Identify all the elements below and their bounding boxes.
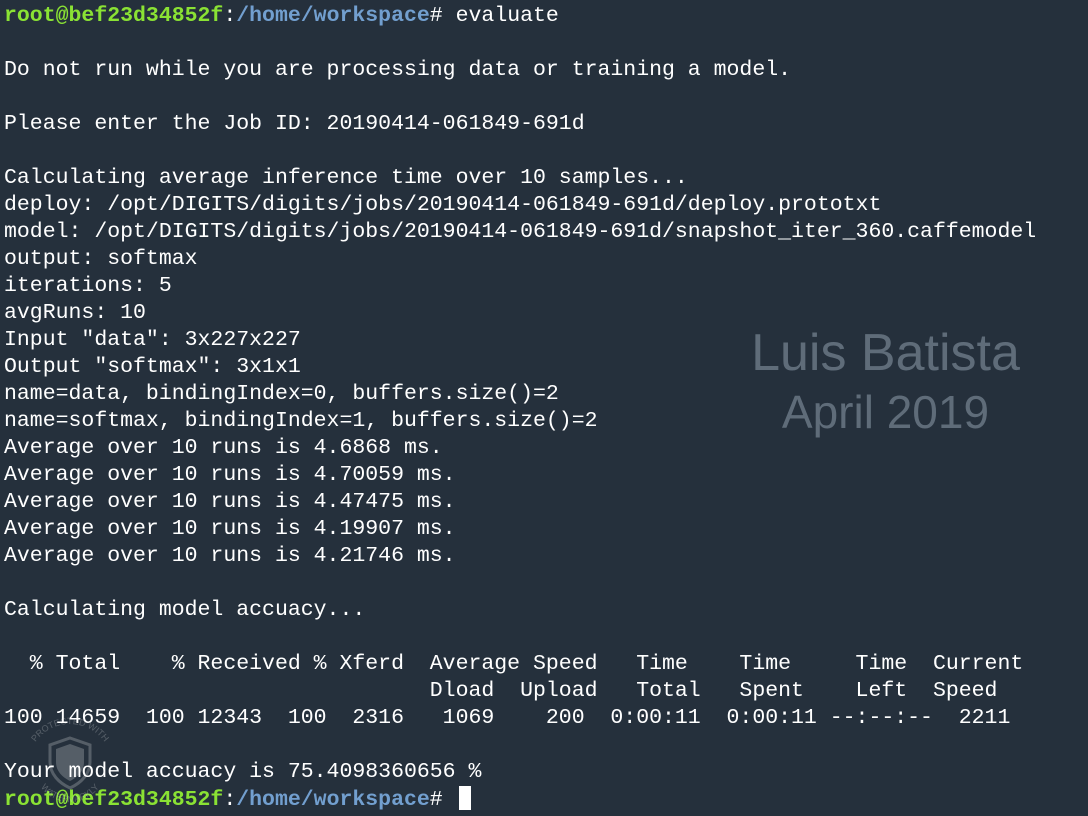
prompt-hash: #: [429, 788, 456, 812]
binding-softmax-line: name=softmax, bindingIndex=1, buffers.si…: [4, 409, 598, 433]
accuracy-line: Your model accuacy is 75.4098360656 %: [4, 760, 482, 784]
prompt-separator: :: [223, 4, 237, 28]
prompt-separator: :: [223, 788, 237, 812]
prompt-path: /home/workspace: [236, 788, 430, 812]
average-run-line: Average over 10 runs is 4.19907 ms.: [4, 517, 456, 541]
prompt-user-host: root@bef23d34852f: [4, 788, 224, 812]
average-run-line: Average over 10 runs is 4.47475 ms.: [4, 490, 456, 514]
prompt-path: /home/workspace: [236, 4, 430, 28]
prompt-user-host: root@bef23d34852f: [4, 4, 224, 28]
job-id-line: Please enter the Job ID: 20190414-061849…: [4, 112, 585, 136]
prompt-line: root@bef23d34852f:/home/workspace# evalu…: [4, 3, 1088, 30]
binding-data-line: name=data, bindingIndex=0, buffers.size(…: [4, 382, 559, 406]
terminal-window[interactable]: root@bef23d34852f:/home/workspace# evalu…: [0, 0, 1088, 816]
command-text: evaluate: [455, 4, 559, 28]
avg-runs-line: avgRuns: 10: [4, 301, 146, 325]
calc-inference-line: Calculating average inference time over …: [4, 166, 688, 190]
output-shape-line: Output "softmax": 3x1x1: [4, 355, 301, 379]
text-cursor[interactable]: [458, 786, 471, 810]
output-line: output: softmax: [4, 247, 198, 271]
average-run-line: Average over 10 runs is 4.21746 ms.: [4, 544, 456, 568]
input-shape-line: Input "data": 3x227x227: [4, 328, 301, 352]
average-run-line: Average over 10 runs is 4.70059 ms.: [4, 463, 456, 487]
average-run-line: Average over 10 runs is 4.6868 ms.: [4, 436, 443, 460]
iterations-line: iterations: 5: [4, 274, 172, 298]
warning-line: Do not run while you are processing data…: [4, 58, 792, 82]
curl-progress-line: 100 14659 100 12343 100 2316 1069 200 0:…: [4, 706, 1011, 730]
calc-accuracy-line: Calculating model accuacy...: [4, 598, 366, 622]
curl-subheader-line: Dload Upload Total Spent Left Speed: [4, 679, 998, 703]
model-line: model: /opt/DIGITS/digits/jobs/20190414-…: [4, 220, 1037, 244]
deploy-line: deploy: /opt/DIGITS/digits/jobs/20190414…: [4, 193, 882, 217]
prompt-hash: #: [429, 4, 456, 28]
prompt-line[interactable]: root@bef23d34852f:/home/workspace#: [4, 786, 1088, 813]
curl-header-line: % Total % Received % Xferd Average Speed…: [4, 652, 1024, 676]
